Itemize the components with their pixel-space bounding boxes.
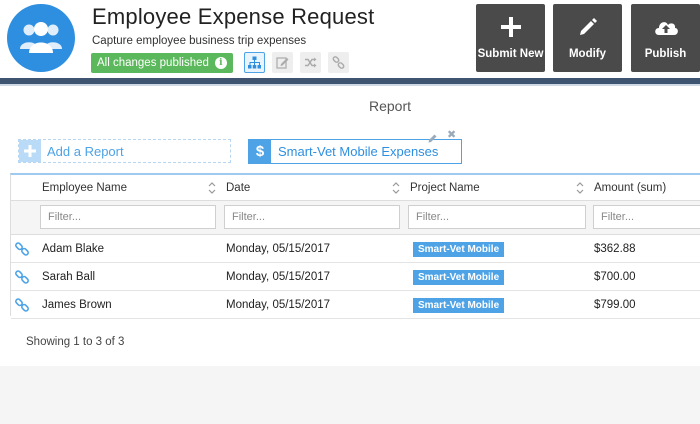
report-grid: Employee Name Date Project Name Amount (… [10,173,700,319]
project-tag: Smart-Vet Mobile [413,298,505,313]
cloud-upload-icon [653,15,679,39]
pagination-info: Showing 1 to 3 of 3 [26,336,125,348]
table-row[interactable]: Sarah Ball Monday, 05/15/2017 Smart-Vet … [11,263,700,291]
modify-label: Modify [568,48,607,60]
app-header: Employee Expense Request Capture employe… [0,0,700,78]
app-subtitle: Capture employee business trip expenses [92,35,307,47]
sort-icon[interactable] [207,181,217,195]
column-header-employee-name[interactable]: Employee Name [42,175,127,201]
add-report-button[interactable]: Add a Report [18,139,231,163]
edit-icon[interactable] [272,52,293,73]
cell-employee-name: Sarah Ball [42,271,96,283]
table-row[interactable]: Adam Blake Monday, 05/15/2017 Smart-Vet … [11,235,700,263]
add-report-label: Add a Report [47,143,124,159]
publish-button[interactable]: Publish [631,4,700,72]
info-icon[interactable]: i [214,57,227,69]
sitemap-icon[interactable] [244,52,265,73]
project-tag: Smart-Vet Mobile [413,270,505,285]
filter-date-input[interactable] [224,205,400,229]
sort-icon[interactable] [575,181,585,195]
link-icon[interactable] [15,242,29,256]
filter-amount-input[interactable] [593,205,700,229]
column-header-amount[interactable]: Amount (sum) [594,175,666,201]
sort-icon[interactable] [391,181,401,195]
status-badge: All changes published i [91,53,233,73]
cell-date: Monday, 05/15/2017 [226,243,331,255]
cell-date: Monday, 05/15/2017 [226,299,331,311]
close-icon[interactable]: ✖ [447,128,456,141]
users-group-icon [7,4,75,72]
project-tag: Smart-Vet Mobile [413,242,505,257]
filter-row [11,201,700,235]
modify-button[interactable]: Modify [553,4,622,72]
cell-employee-name: James Brown [42,299,112,311]
link-icon[interactable] [15,298,29,312]
submit-new-button[interactable]: Submit New [476,4,545,72]
submit-new-label: Submit New [477,48,544,60]
pencil-icon [578,15,598,39]
filter-employee-name-input[interactable] [40,205,216,229]
status-badge-label: All changes published [97,57,209,69]
cell-amount: $700.00 [594,271,636,283]
table-row[interactable]: James Brown Monday, 05/15/2017 Smart-Vet… [11,291,700,319]
pencil-icon[interactable] [428,130,438,148]
publish-label: Publish [644,48,687,60]
grid-header-row: Employee Name Date Project Name Amount (… [11,175,700,201]
report-panel-body: Report Add a Report $ Smart-Vet Mobile E… [0,86,700,366]
report-panel: Report Add a Report $ Smart-Vet Mobile E… [0,86,700,424]
report-heading: Report [368,98,412,114]
plus-icon [19,140,41,162]
report-tab-label: Smart-Vet Mobile Expenses [278,144,439,159]
app-title: Employee Expense Request [92,4,375,29]
cell-date: Monday, 05/15/2017 [226,271,331,283]
dollar-icon: $ [249,140,271,163]
link-icon[interactable] [15,270,29,284]
column-header-project-name[interactable]: Project Name [410,175,480,201]
filter-project-name-input[interactable] [408,205,586,229]
plus-icon [500,15,521,39]
column-header-date[interactable]: Date [226,175,250,201]
cell-amount: $362.88 [594,243,636,255]
cell-amount: $799.00 [594,299,636,311]
shuffle-icon[interactable] [300,52,321,73]
link-icon[interactable] [328,52,349,73]
cell-employee-name: Adam Blake [42,243,105,255]
